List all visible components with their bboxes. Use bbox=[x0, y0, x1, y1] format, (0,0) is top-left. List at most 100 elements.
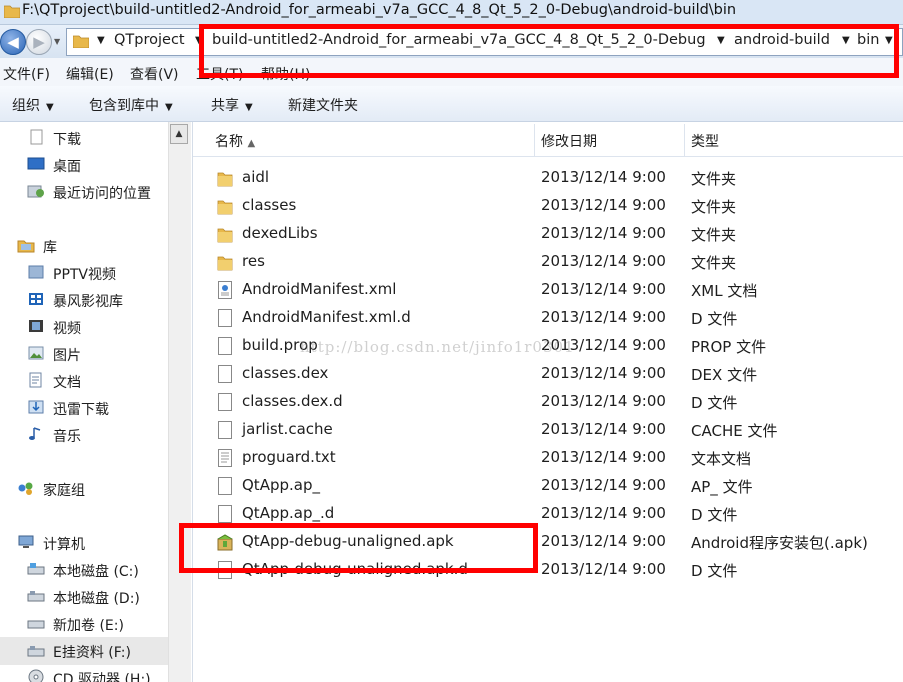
arrow-left-icon: ◀ bbox=[7, 33, 19, 51]
music-icon bbox=[29, 427, 41, 440]
folder-icon bbox=[217, 169, 233, 187]
file-date: 2013/12/14 9:00 bbox=[541, 560, 666, 578]
file-type: 文件夹 bbox=[691, 170, 737, 188]
file-row[interactable]: QtApp.ap_ 2013/12/14 9:00 AP_ 文件 bbox=[193, 472, 903, 500]
file-date: 2013/12/14 9:00 bbox=[541, 196, 666, 214]
highlight-box-apk bbox=[179, 523, 538, 573]
file-icon bbox=[217, 505, 233, 523]
nav-scrollbar[interactable] bbox=[168, 122, 191, 682]
include-in-library-button[interactable]: 包含到库中 ▼ bbox=[89, 95, 173, 115]
file-row[interactable]: classes.dex 2013/12/14 9:00 DEX 文件 bbox=[193, 360, 903, 388]
file-row[interactable]: aidl 2013/12/14 9:00 文件夹 bbox=[193, 164, 903, 192]
window-title: F:\QTproject\build-untitled2-Android_for… bbox=[22, 2, 737, 18]
menu-file[interactable]: 文件(F) bbox=[3, 64, 50, 84]
file-row[interactable]: classes 2013/12/14 9:00 文件夹 bbox=[193, 192, 903, 220]
file-row[interactable]: dexedLibs 2013/12/14 9:00 文件夹 bbox=[193, 220, 903, 248]
watermark-text: http://blog.csdn.net/jinfo1r0301 bbox=[300, 338, 575, 356]
column-header-type[interactable]: 类型 bbox=[691, 131, 719, 151]
file-name: classes.dex.d bbox=[242, 392, 343, 410]
nav-item-label: 文档 bbox=[53, 375, 81, 391]
file-icon bbox=[217, 365, 233, 383]
pictures-icon bbox=[28, 346, 44, 360]
file-icon bbox=[217, 421, 233, 439]
menu-view[interactable]: 查看(V) bbox=[130, 64, 179, 84]
nav-item-drive-f[interactable]: E挂资料 (F:) bbox=[0, 637, 168, 665]
folder-icon bbox=[73, 35, 89, 48]
nav-item-label: 迅雷下载 bbox=[53, 402, 109, 418]
file-type: DEX 文件 bbox=[691, 366, 758, 384]
file-type: PROP 文件 bbox=[691, 338, 767, 356]
file-type: AP_ 文件 bbox=[691, 478, 753, 496]
column-divider[interactable] bbox=[534, 124, 535, 156]
nav-item-label: 新加卷 (E:) bbox=[53, 618, 124, 634]
organize-button[interactable]: 组织 ▼ bbox=[12, 95, 54, 115]
nav-item-label: E挂资料 (F:) bbox=[53, 645, 131, 661]
drive-d-icon bbox=[27, 591, 45, 602]
folder-icon bbox=[217, 253, 233, 271]
navigation-pane: 下载 桌面 最近访问的位置 库 PPTV视频 暴风影视库 视频 图片 文档 迅雷… bbox=[0, 122, 193, 682]
file-date: 2013/12/14 9:00 bbox=[541, 504, 666, 522]
column-name-label: 名称 bbox=[215, 134, 243, 150]
file-name: QtApp.ap_ bbox=[242, 476, 320, 494]
column-divider[interactable] bbox=[684, 124, 685, 156]
file-name: QtApp.ap_.d bbox=[242, 504, 335, 522]
file-type: 文本文档 bbox=[691, 450, 752, 468]
menu-edit[interactable]: 编辑(E) bbox=[66, 64, 114, 84]
drive-f-icon bbox=[27, 646, 45, 657]
nav-item-label: 桌面 bbox=[53, 159, 81, 175]
thunder-download-icon bbox=[28, 400, 44, 414]
recent-pages-dropdown[interactable]: ▼ bbox=[54, 37, 60, 46]
file-type: D 文件 bbox=[691, 310, 738, 328]
column-header-name[interactable]: 名称 ▲ bbox=[215, 131, 255, 151]
cd-drive-icon bbox=[28, 669, 44, 682]
drive-e-icon bbox=[27, 620, 45, 629]
file-icon bbox=[217, 393, 233, 411]
file-row[interactable]: jarlist.cache 2013/12/14 9:00 CACHE 文件 bbox=[193, 416, 903, 444]
file-row[interactable]: AndroidManifest.xml.d 2013/12/14 9:00 D 文件 bbox=[193, 304, 903, 332]
file-name: aidl bbox=[242, 168, 270, 186]
file-type: CACHE 文件 bbox=[691, 422, 778, 440]
file-type: D 文件 bbox=[691, 562, 738, 580]
file-date: 2013/12/14 9:00 bbox=[541, 224, 666, 242]
nav-item-label: 下载 bbox=[53, 132, 81, 148]
nav-item-label: 音乐 bbox=[53, 429, 81, 445]
column-header-modified[interactable]: 修改日期 bbox=[541, 131, 597, 151]
sort-ascending-icon: ▲ bbox=[247, 138, 256, 149]
drive-c-icon bbox=[27, 563, 45, 575]
file-row[interactable]: classes.dex.d 2013/12/14 9:00 D 文件 bbox=[193, 388, 903, 416]
share-button[interactable]: 共享 ▼ bbox=[211, 95, 253, 115]
nav-item-label: 图片 bbox=[53, 348, 81, 364]
file-date: 2013/12/14 9:00 bbox=[541, 448, 666, 466]
file-date: 2013/12/14 9:00 bbox=[541, 280, 666, 298]
file-type: 文件夹 bbox=[691, 254, 737, 272]
folder-icon bbox=[4, 5, 20, 18]
file-type: 文件夹 bbox=[691, 226, 737, 244]
breadcrumb-qtproject[interactable]: QTproject bbox=[114, 32, 185, 48]
file-row[interactable]: proguard.txt 2013/12/14 9:00 文本文档 bbox=[193, 444, 903, 472]
chevron-down-icon[interactable]: ▼ bbox=[97, 35, 105, 46]
xml-file-icon bbox=[217, 281, 233, 299]
file-row[interactable]: AndroidManifest.xml 2013/12/14 9:00 XML 文档 bbox=[193, 276, 903, 304]
library-icon bbox=[17, 240, 35, 253]
nav-item-label: 暴风影视库 bbox=[53, 294, 123, 310]
back-button[interactable]: ◀ bbox=[0, 29, 26, 55]
chevron-down-icon: ▼ bbox=[165, 102, 173, 113]
folder-icon bbox=[217, 197, 233, 215]
pptv-icon bbox=[28, 265, 44, 279]
file-name: classes.dex bbox=[242, 364, 329, 382]
storm-video-icon bbox=[29, 293, 43, 305]
file-type: Android程序安装包(.apk) bbox=[691, 534, 868, 552]
command-bar: 组织 ▼ 包含到库中 ▼ 共享 ▼ 新建文件夹 bbox=[0, 86, 903, 122]
documents-icon bbox=[29, 372, 42, 388]
file-row[interactable]: res 2013/12/14 9:00 文件夹 bbox=[193, 248, 903, 276]
chevron-down-icon: ▼ bbox=[245, 102, 253, 113]
share-label: 共享 bbox=[211, 98, 239, 114]
nav-item-label: 本地磁盘 (D:) bbox=[53, 591, 140, 607]
text-file-icon bbox=[217, 449, 233, 467]
new-folder-button[interactable]: 新建文件夹 bbox=[288, 95, 358, 115]
chevron-down-icon: ▼ bbox=[46, 102, 54, 113]
homegroup-icon bbox=[18, 482, 33, 495]
forward-button[interactable]: ▶ bbox=[26, 29, 52, 55]
nav-item-label: 本地磁盘 (C:) bbox=[53, 564, 139, 580]
scroll-up-arrow-icon[interactable]: ▲ bbox=[170, 124, 188, 144]
